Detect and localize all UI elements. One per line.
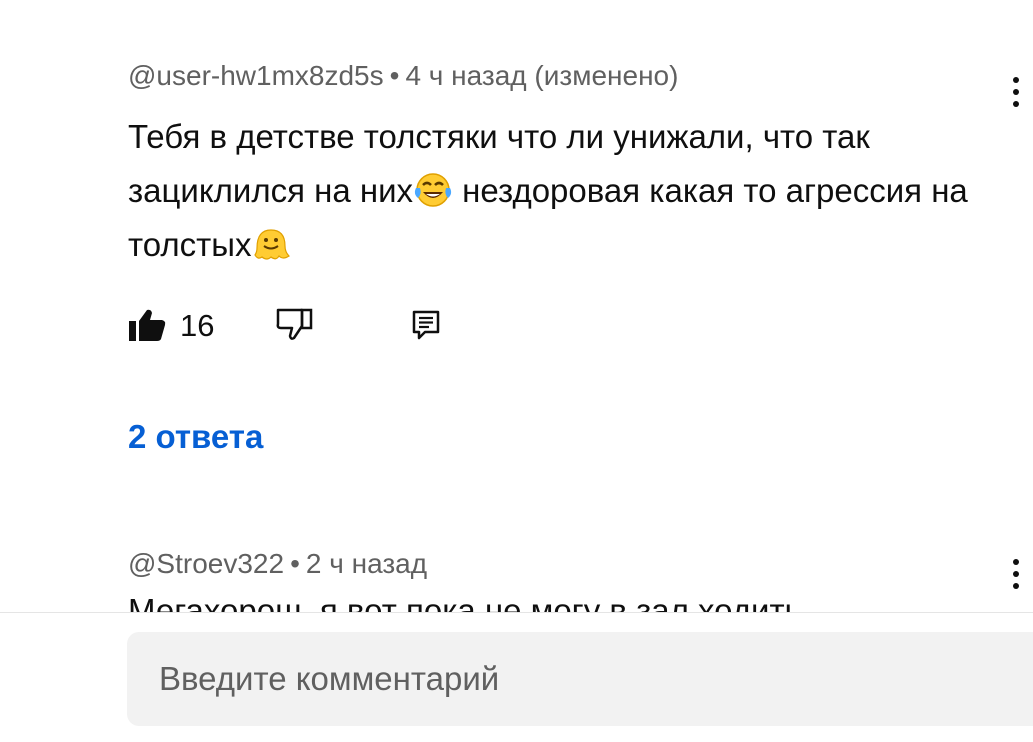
comment-time[interactable]: 2 ч назад (306, 548, 427, 579)
meta-separator: • (389, 60, 400, 91)
dislike-icon (276, 308, 313, 340)
melting-face-icon (254, 229, 291, 260)
comment-time[interactable]: 4 ч назад (изменено) (405, 60, 678, 91)
comment-thread: @Stroev322 • 2 ч назад Мегахорош, я вот по… (0, 520, 1033, 612)
comment-text: Мегахорош, я вот пока не могу в зал ходи… (128, 592, 802, 612)
comment-composer: Введите комментарий (0, 612, 1033, 742)
reply-icon (412, 310, 440, 340)
like-icon (129, 309, 166, 341)
like-count: 16 (180, 308, 215, 343)
comment-thread: @user-hw1mx8zd5s • 4 ч назад (изменено) Те… (0, 0, 1033, 520)
like-button[interactable] (128, 302, 168, 348)
dislike-button[interactable] (275, 302, 315, 348)
comment-author[interactable]: @Stroev322 (128, 548, 284, 579)
comment-actions: 16 (0, 302, 600, 348)
face-with-tears-of-joy-icon (414, 173, 452, 207)
more-vert-icon[interactable] (1004, 554, 1028, 594)
reply-button[interactable] (411, 302, 447, 348)
comment-meta: @user-hw1mx8zd5s • 4 ч назад (изменено) (128, 60, 678, 92)
comment-input[interactable]: Введите комментарий (127, 632, 1033, 726)
comment-input-placeholder: Введите комментарий (159, 660, 500, 697)
comment-author[interactable]: @user-hw1mx8zd5s (128, 60, 384, 91)
meta-separator: • (290, 548, 300, 579)
more-vert-icon[interactable] (1004, 72, 1028, 112)
comment-meta: @Stroev322 • 2 ч назад (128, 548, 427, 580)
comment-text: Тебя в детстве толстяки что ли унижали, … (128, 110, 998, 272)
view-replies-link[interactable]: 2 ответа (128, 418, 263, 456)
